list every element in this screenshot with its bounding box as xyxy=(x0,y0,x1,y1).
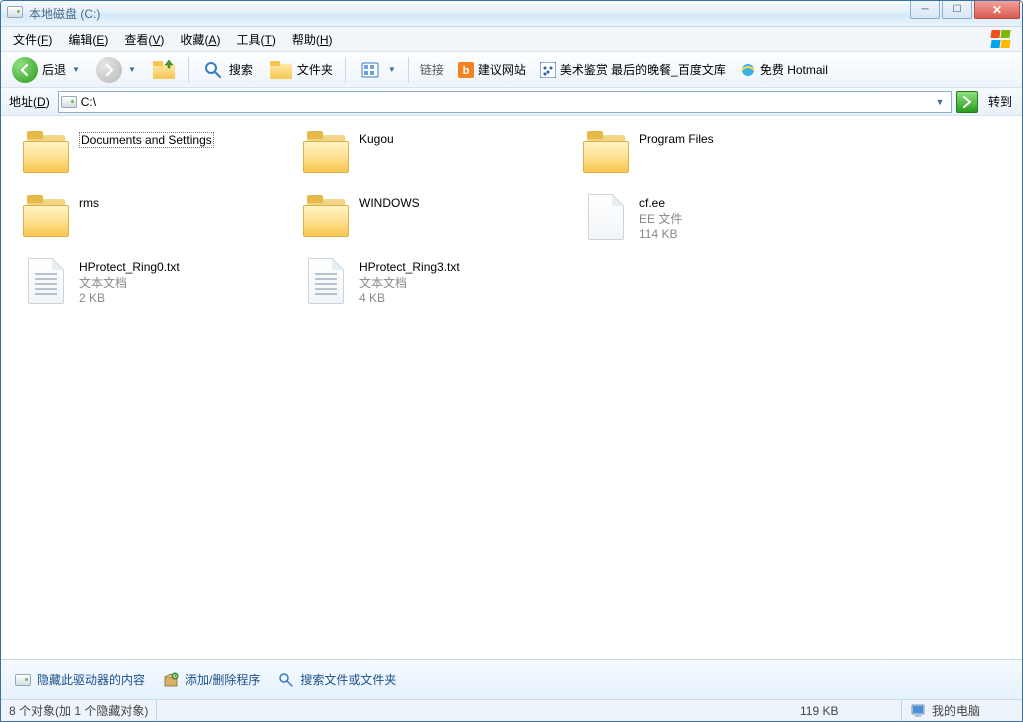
item-name: Program Files xyxy=(639,132,714,146)
folder-icon xyxy=(301,192,351,242)
folder-item[interactable]: Documents and Settings xyxy=(15,124,295,188)
folder-icon xyxy=(21,192,71,242)
task-hide-contents[interactable]: 隐藏此驱动器的内容 xyxy=(15,671,145,688)
forward-button[interactable]: ▼ xyxy=(89,56,143,84)
menubar: 文件(F) 编辑(E) 查看(V) 收藏(A) 工具(T) 帮助(H) xyxy=(1,27,1022,52)
svg-text:↻: ↻ xyxy=(173,674,177,680)
drive-icon xyxy=(7,6,23,22)
folder-item[interactable]: Kugou xyxy=(295,124,575,188)
chevron-down-icon: ▼ xyxy=(388,65,396,74)
text-file-icon xyxy=(21,256,71,306)
search-icon xyxy=(278,672,294,688)
close-button[interactable]: ✕ xyxy=(974,1,1020,19)
baidu-icon xyxy=(540,62,556,78)
back-label: 后退 xyxy=(42,61,66,78)
go-button[interactable] xyxy=(956,91,978,113)
go-label: 转到 xyxy=(982,93,1018,110)
statusbar: 8 个对象(加 1 个隐藏对象) 119 KB 我的电脑 xyxy=(1,699,1022,721)
file-item[interactable]: HProtect_Ring0.txt文本文档2 KB xyxy=(15,252,295,316)
links-label: 链接 xyxy=(414,61,450,78)
toolbar-separator xyxy=(345,57,346,83)
maximize-button[interactable]: ☐ xyxy=(942,1,972,19)
text-file-icon xyxy=(301,256,351,306)
menu-help[interactable]: 帮助(H) xyxy=(284,28,341,51)
folders-button[interactable]: 文件夹 xyxy=(262,56,340,84)
address-input[interactable] xyxy=(77,95,931,109)
chevron-down-icon: ▼ xyxy=(72,65,80,74)
bing-icon: b xyxy=(458,62,474,78)
folder-up-icon xyxy=(152,58,176,82)
address-label: 地址(D) xyxy=(5,93,54,110)
item-size: 4 KB xyxy=(359,291,460,305)
folder-item[interactable]: rms xyxy=(15,188,295,252)
search-icon xyxy=(201,58,225,82)
status-objects: 8 个对象(加 1 个隐藏对象) xyxy=(1,700,157,721)
search-button[interactable]: 搜索 xyxy=(194,56,260,84)
menu-favorites[interactable]: 收藏(A) xyxy=(172,28,228,51)
folder-icon xyxy=(301,128,351,178)
folder-icon xyxy=(581,128,631,178)
ie-icon xyxy=(740,62,756,78)
item-type: 文本文档 xyxy=(79,274,180,291)
link-art-baidu[interactable]: 美术鉴赏 最后的晚餐_百度文库 xyxy=(534,61,732,78)
item-name: Documents and Settings xyxy=(79,132,214,148)
task-add-remove-programs[interactable]: ↻ 添加/删除程序 xyxy=(163,671,260,688)
item-name: WINDOWS xyxy=(359,196,420,210)
folder-icon xyxy=(21,128,71,178)
explorer-window: 本地磁盘 (C:) ─ ☐ ✕ 文件(F) 编辑(E) 查看(V) 收藏(A) … xyxy=(0,0,1023,722)
task-search-files[interactable]: 搜索文件或文件夹 xyxy=(278,671,396,688)
item-size: 2 KB xyxy=(79,291,180,305)
views-button[interactable]: ▼ xyxy=(351,56,403,84)
titlebar[interactable]: 本地磁盘 (C:) ─ ☐ ✕ xyxy=(1,1,1022,27)
file-item[interactable]: cf.eeEE 文件114 KB xyxy=(575,188,855,252)
address-field[interactable]: ▼ xyxy=(58,91,952,113)
computer-icon xyxy=(910,703,926,719)
views-icon xyxy=(358,58,382,82)
up-button[interactable] xyxy=(145,56,183,84)
status-location: 我的电脑 xyxy=(902,700,1022,721)
task-panel: 隐藏此驱动器的内容 ↻ 添加/删除程序 搜索文件或文件夹 xyxy=(1,659,1022,699)
item-name: HProtect_Ring3.txt xyxy=(359,260,460,274)
folder-item[interactable]: Program Files xyxy=(575,124,855,188)
back-arrow-icon xyxy=(12,57,38,83)
status-size: 119 KB xyxy=(792,700,902,721)
item-name: Kugou xyxy=(359,132,394,146)
menu-edit[interactable]: 编辑(E) xyxy=(60,28,116,51)
box-icon: ↻ xyxy=(163,672,179,688)
file-list[interactable]: Documents and Settings Kugou Program Files… xyxy=(1,116,1022,659)
toolbar-separator xyxy=(408,57,409,83)
menu-file[interactable]: 文件(F) xyxy=(5,28,60,51)
minimize-button[interactable]: ─ xyxy=(910,1,940,19)
window-title: 本地磁盘 (C:) xyxy=(29,5,100,22)
link-suggested-sites[interactable]: b 建议网站 xyxy=(452,61,532,78)
item-size: 114 KB xyxy=(639,227,682,241)
folder-item[interactable]: WINDOWS xyxy=(295,188,575,252)
windows-logo-icon xyxy=(990,29,1018,49)
address-dropdown-button[interactable]: ▼ xyxy=(931,97,949,107)
window-controls: ─ ☐ ✕ xyxy=(910,1,1022,19)
toolbar-separator xyxy=(188,57,189,83)
svg-text:b: b xyxy=(462,65,469,77)
item-type: EE 文件 xyxy=(639,210,682,227)
link-hotmail[interactable]: 免费 Hotmail xyxy=(734,61,834,78)
folders-icon xyxy=(269,58,293,82)
search-label: 搜索 xyxy=(229,61,253,78)
addressbar: 地址(D) ▼ 转到 xyxy=(1,88,1022,116)
drive-icon xyxy=(61,94,77,110)
back-button[interactable]: 后退 ▼ xyxy=(5,56,87,84)
menu-view[interactable]: 查看(V) xyxy=(116,28,172,51)
item-type: 文本文档 xyxy=(359,274,460,291)
item-name: rms xyxy=(79,196,99,210)
menu-tools[interactable]: 工具(T) xyxy=(228,28,283,51)
item-name: HProtect_Ring0.txt xyxy=(79,260,180,274)
drive-icon xyxy=(15,672,31,688)
folders-label: 文件夹 xyxy=(297,61,333,78)
forward-arrow-icon xyxy=(96,57,122,83)
file-item[interactable]: HProtect_Ring3.txt文本文档4 KB xyxy=(295,252,575,316)
chevron-down-icon: ▼ xyxy=(128,65,136,74)
toolbar: 后退 ▼ ▼ 搜索 文件夹 xyxy=(1,52,1022,88)
item-name: cf.ee xyxy=(639,196,682,210)
file-icon xyxy=(581,192,631,242)
